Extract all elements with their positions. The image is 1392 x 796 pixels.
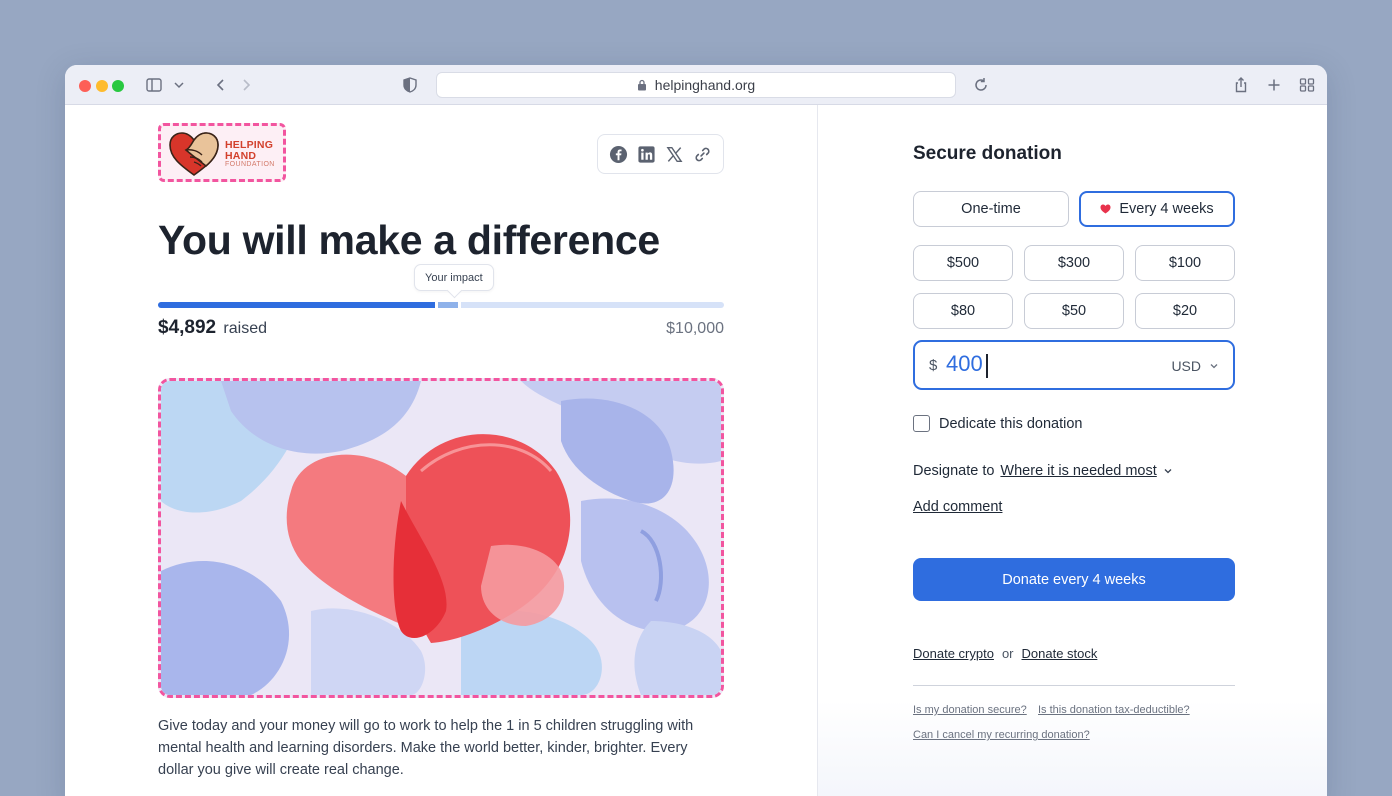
forward-icon[interactable] [236, 75, 256, 95]
or-text: or [1001, 646, 1014, 661]
amount-button[interactable]: $80 [913, 293, 1013, 329]
donate-stock-link[interactable]: Donate stock [1022, 646, 1098, 661]
maximize-window-button[interactable] [112, 80, 124, 92]
address-bar[interactable]: helpinghand.org [436, 72, 956, 98]
logo-text-line3: FOUNDATION [225, 161, 275, 168]
one-time-label: One-time [961, 201, 1021, 217]
raised-value: $4,892 [158, 317, 217, 338]
campaign-pane: HELPING HAND FOUNDATION You will make a … [65, 105, 817, 796]
designate-select[interactable]: Where it is needed most [1000, 463, 1156, 479]
dedicate-checkbox[interactable] [913, 415, 930, 432]
currency-symbol: $ [929, 357, 938, 374]
facebook-icon[interactable] [608, 144, 628, 164]
designate-label: Designate to [913, 463, 995, 479]
faq-link-cancel[interactable]: Can I cancel my recurring donation? [913, 729, 1090, 741]
x-icon[interactable] [665, 144, 685, 164]
raised-label: raised [223, 320, 267, 337]
browser-toolbar: helpinghand.org [65, 65, 1327, 105]
faq-link-secure[interactable]: Is my donation secure? [913, 704, 1027, 716]
donate-button[interactable]: Donate every 4 weeks [913, 558, 1235, 601]
recurring-option[interactable]: Every 4 weeks [1079, 191, 1235, 227]
recurring-label: Every 4 weeks [1119, 201, 1214, 217]
linkedin-icon[interactable] [636, 144, 656, 164]
hero-image [158, 378, 724, 698]
divider [913, 685, 1235, 686]
custom-amount-input[interactable]: $ 400 USD [913, 340, 1235, 390]
designate-row: Designate to Where it is needed most [913, 463, 1173, 479]
add-comment-link[interactable]: Add comment [913, 499, 1002, 515]
progress-impact-fill [438, 302, 458, 308]
amount-button[interactable]: $100 [1135, 245, 1235, 281]
impact-tooltip: Your impact [414, 264, 494, 291]
share-icon[interactable] [1231, 75, 1251, 95]
minimize-window-button[interactable] [96, 80, 108, 92]
close-window-button[interactable] [79, 80, 91, 92]
campaign-description: Give today and your money will go to wor… [158, 718, 694, 778]
amount-button[interactable]: $20 [1135, 293, 1235, 329]
amount-value[interactable]: 400 [946, 351, 983, 377]
helping-hand-heart-logo-icon [169, 132, 219, 176]
page-title: You will make a difference [158, 217, 660, 263]
link-icon[interactable] [693, 144, 713, 164]
logo-text-line2: HAND [225, 150, 257, 162]
progress-raised-fill [158, 302, 435, 308]
browser-window: helpinghand.org HELPING HAND FOUNDATION [65, 65, 1327, 796]
logo[interactable]: HELPING HAND FOUNDATION [158, 123, 286, 182]
faq-link-tax[interactable]: Is this donation tax-deductible? [1038, 704, 1190, 716]
lock-icon [637, 79, 646, 91]
amount-button[interactable]: $500 [913, 245, 1013, 281]
amount-button[interactable]: $300 [1024, 245, 1124, 281]
goal-amount: $10,000 [666, 320, 724, 337]
chevron-down-icon[interactable] [169, 75, 189, 95]
tab-overview-icon[interactable] [1297, 75, 1317, 95]
heart-icon [1100, 204, 1111, 214]
raised-amount: $4,892 raised [158, 317, 267, 339]
fundraising-progress-bar [158, 302, 724, 308]
share-buttons [597, 134, 724, 174]
chevron-down-icon[interactable] [1163, 466, 1173, 476]
one-time-option[interactable]: One-time [913, 191, 1069, 227]
sidebar-toggle-icon[interactable] [144, 75, 164, 95]
donation-form: Secure donation One-time Every 4 weeks $… [817, 105, 1327, 796]
painted-heart-illustration [161, 381, 721, 695]
alternative-donation-links: Donate crypto or Donate stock [913, 646, 1097, 661]
donation-form-title: Secure donation [913, 143, 1062, 164]
text-caret [986, 354, 988, 378]
dedicate-label: Dedicate this donation [939, 415, 1083, 432]
currency-select[interactable]: USD [1171, 358, 1201, 374]
new-tab-icon[interactable] [1264, 75, 1284, 95]
donate-crypto-link[interactable]: Donate crypto [913, 646, 994, 661]
privacy-shield-icon[interactable] [400, 75, 420, 95]
url-text: helpinghand.org [654, 77, 756, 93]
dedicate-row[interactable]: Dedicate this donation [913, 415, 1083, 432]
amount-button[interactable]: $50 [1024, 293, 1124, 329]
chevron-down-icon[interactable] [1209, 361, 1219, 371]
logo-text-line1: HELPING [225, 139, 274, 151]
reload-icon[interactable] [971, 75, 991, 95]
back-icon[interactable] [211, 75, 231, 95]
progress-gap [458, 302, 461, 308]
